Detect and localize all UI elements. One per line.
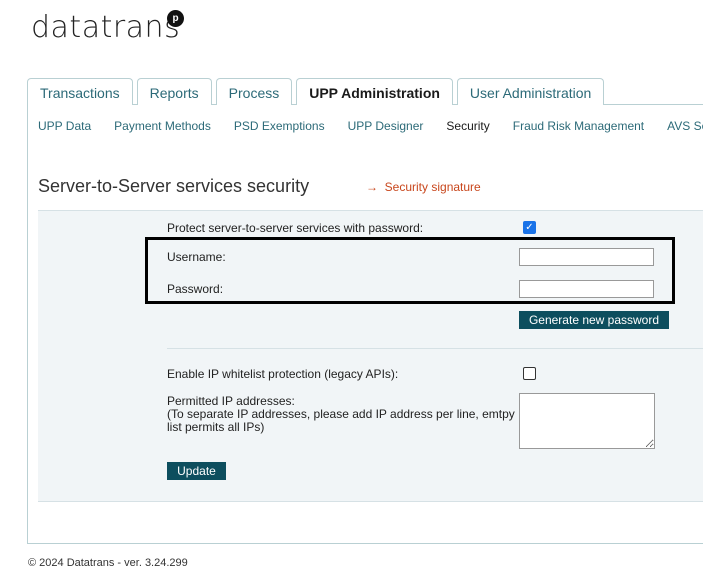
generate-password-button[interactable]: Generate new password bbox=[519, 311, 669, 329]
brand-logo: datatrans bbox=[31, 10, 181, 45]
arrow-right-icon: → bbox=[366, 180, 378, 194]
protect-checkbox[interactable]: ✓ bbox=[523, 221, 536, 234]
tab-upp-administration[interactable]: UPP Administration bbox=[296, 78, 453, 105]
credentials-highlight-box bbox=[145, 237, 675, 304]
permitted-ip-label: Permitted IP addresses: bbox=[167, 394, 295, 408]
ip-whitelist-label: Enable IP whitelist protection (legacy A… bbox=[167, 367, 399, 381]
subnav-payment-methods[interactable]: Payment Methods bbox=[114, 119, 211, 133]
protect-label: Protect server-to-server services with p… bbox=[167, 221, 424, 235]
subnav-upp-data[interactable]: UPP Data bbox=[38, 119, 91, 133]
tab-process[interactable]: Process bbox=[215, 78, 293, 105]
main-tabs: Transactions Reports Process UPP Adminis… bbox=[27, 78, 608, 105]
ip-whitelist-checkbox[interactable] bbox=[523, 367, 536, 380]
permitted-ip-textarea[interactable] bbox=[519, 393, 655, 449]
security-signature-label: Security signature bbox=[384, 180, 481, 194]
subnav-security[interactable]: Security bbox=[446, 119, 489, 133]
sub-navigation: UPP Data Payment Methods PSD Exemptions … bbox=[38, 119, 703, 133]
subnav-psd-exemptions[interactable]: PSD Exemptions bbox=[234, 119, 325, 133]
subnav-avs[interactable]: AVS Se bbox=[667, 119, 703, 133]
brand-badge-icon: p bbox=[167, 10, 184, 27]
subnav-upp-designer[interactable]: UPP Designer bbox=[348, 119, 424, 133]
tab-user-administration[interactable]: User Administration bbox=[456, 78, 605, 105]
subnav-fraud-risk-management[interactable]: Fraud Risk Management bbox=[513, 119, 644, 133]
permitted-ip-hint: (To separate IP addresses, please add IP… bbox=[167, 407, 515, 434]
form-divider bbox=[167, 348, 703, 349]
page-title: Server-to-Server services security bbox=[38, 176, 310, 196]
security-signature-link[interactable]: → Security signature bbox=[366, 180, 481, 194]
update-button[interactable]: Update bbox=[167, 462, 226, 480]
tab-transactions[interactable]: Transactions bbox=[27, 78, 133, 105]
footer-version: © 2024 Datatrans - ver. 3.24.299 bbox=[28, 557, 188, 569]
tab-reports[interactable]: Reports bbox=[136, 78, 212, 105]
